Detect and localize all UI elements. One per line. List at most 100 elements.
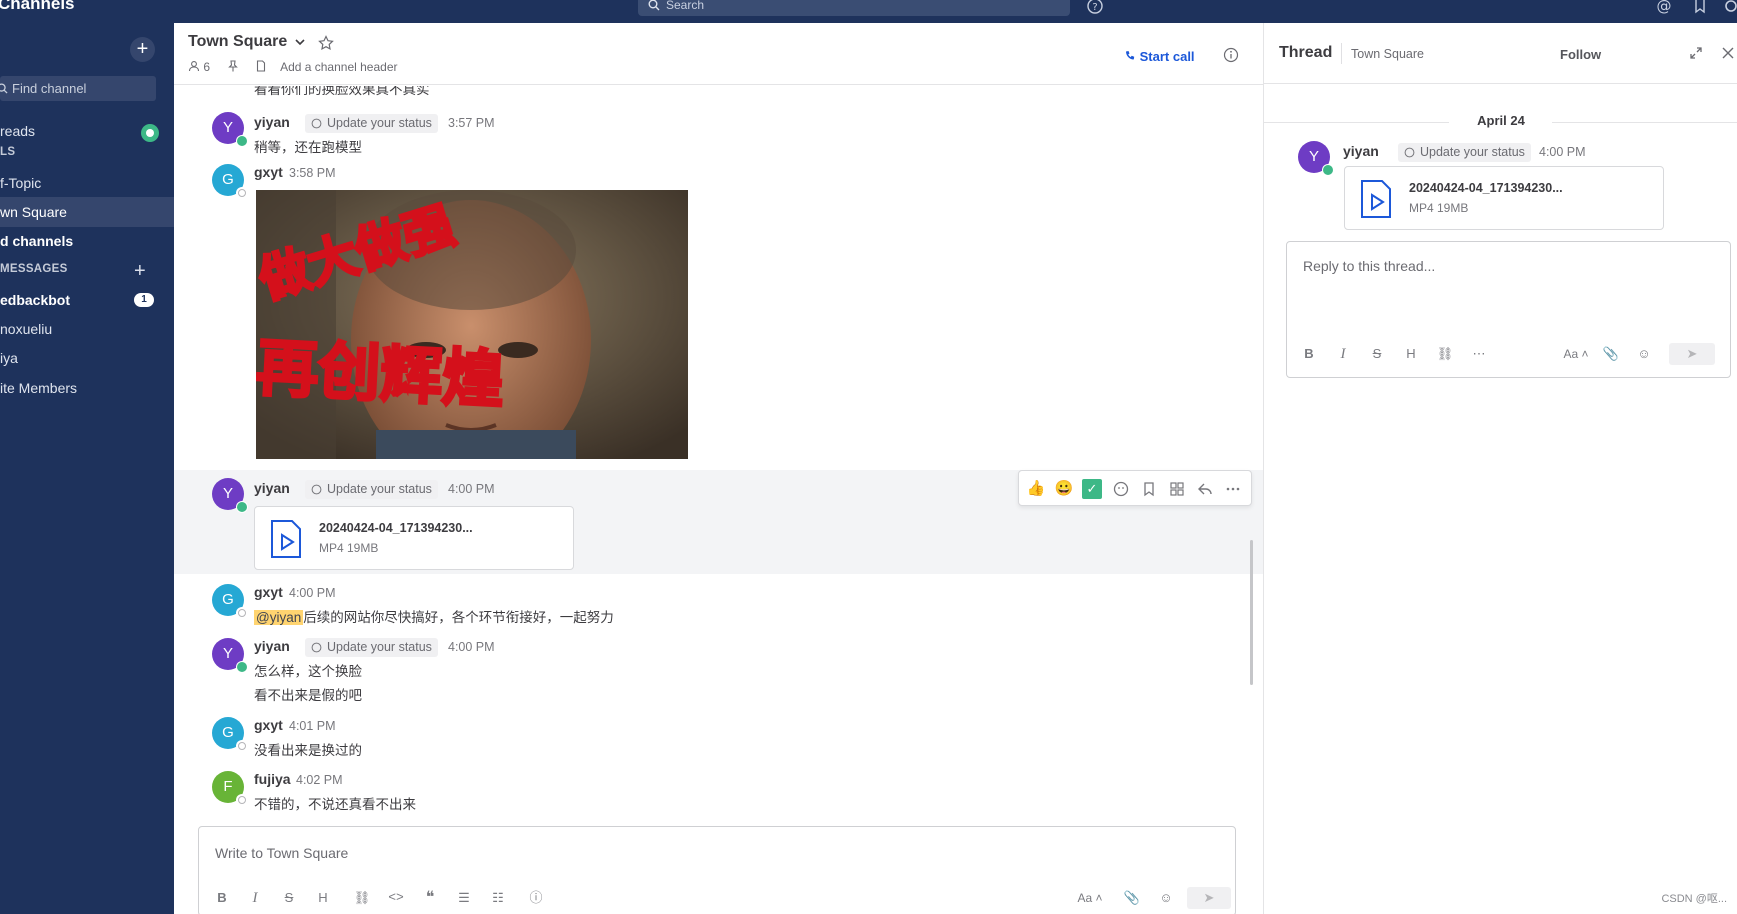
thread-channel[interactable]: Town Square [1351,47,1424,61]
link-icon[interactable]: ⛓ [351,887,373,909]
post-username[interactable]: yiyan [254,480,290,496]
sidebar-item-off-topic[interactable]: f-Topic [0,168,174,198]
message-composer[interactable]: Write to Town Square B I S H ⛓ <> ❝ ☰ ☷ … [198,826,1236,914]
post[interactable]: F fujiya 4:02 PM 不错的，不说还真看不出来 [174,763,1264,815]
info-icon[interactable] [1223,47,1239,63]
file-name[interactable]: 20240424-04_171394230... [1409,181,1563,195]
channel-title[interactable]: Town Square [188,33,287,51]
thumbs-up-reaction-button[interactable]: 👍 [1026,479,1046,499]
update-status-button[interactable]: Update your status [305,480,438,499]
help-icon[interactable]: ? [1086,0,1104,15]
product-name[interactable]: Channels [0,0,75,14]
heading-icon[interactable]: H [1400,343,1422,365]
file-attachment[interactable]: 20240424-04_171394230... MP4 19MB [254,506,574,570]
dm-section-header[interactable]: MESSAGES [0,263,68,275]
post-username[interactable]: yiyan [254,114,290,130]
more-actions-icon[interactable] [1223,479,1243,499]
emoji-icon[interactable]: ☺ [1155,887,1177,909]
post-username[interactable]: yiyan [254,638,290,654]
update-status-button[interactable]: Update your status [305,114,438,133]
start-call-button[interactable]: Start call [1124,49,1195,64]
italic-icon[interactable]: I [1332,343,1354,365]
sidebar-item-more-channels[interactable]: d channels [0,226,174,256]
quote-icon[interactable]: ❝ [419,887,441,909]
sidebar-item-feedbackbot[interactable]: edbackbot 1 [0,285,174,315]
send-button[interactable]: ➤ [1669,343,1715,365]
formatting-toggle[interactable]: Aa ˄ [1073,887,1107,909]
link-icon[interactable]: ⛓ [1434,343,1456,365]
attachment-icon[interactable]: 📎 [1121,887,1143,909]
member-count[interactable]: 6 [203,60,210,74]
bold-icon[interactable]: B [1298,343,1320,365]
post-time[interactable]: 4:00 PM [448,640,495,654]
pin-icon[interactable] [227,60,239,72]
reply-icon[interactable] [1195,479,1215,499]
bold-icon[interactable]: B [211,887,233,909]
post-username[interactable]: gxyt [254,164,283,180]
attachment-icon[interactable]: 📎 [1600,343,1622,365]
save-icon[interactable] [1139,479,1159,499]
check-reaction-button[interactable]: ✓ [1082,479,1102,499]
add-channel-button[interactable]: + [130,37,155,62]
italic-icon[interactable]: I [244,887,266,909]
post-time[interactable]: 3:57 PM [448,116,495,130]
heading-icon[interactable]: H [312,887,334,909]
follow-button[interactable]: Follow [1560,47,1601,62]
strikethrough-icon[interactable]: S [1366,343,1388,365]
reply-composer[interactable]: Reply to this thread... B I S H ⛓ ⋯ Aa ˄… [1286,241,1731,378]
files-icon[interactable] [255,60,267,72]
numbered-list-icon[interactable]: ☷ [487,887,509,909]
star-icon[interactable] [318,35,334,51]
post-username[interactable]: gxyt [254,717,283,733]
post-username[interactable]: fujiya [254,771,291,787]
smile-reaction-button[interactable]: 😀 [1054,479,1074,499]
post[interactable]: Y yiyan Update your status 4:00 PM 怎么样，这… [174,630,1264,706]
settings-icon[interactable] [1722,0,1737,15]
bulleted-list-icon[interactable]: ☰ [453,887,475,909]
more-formatting-icon[interactable]: ⋯ [1468,343,1490,365]
update-status-button[interactable]: Update your status [1398,143,1531,162]
apps-icon[interactable] [1167,479,1187,499]
sidebar-item-label: wn Square [0,204,67,220]
sidebar-item-threads[interactable]: reads [0,116,174,146]
code-icon[interactable]: <> [385,887,407,909]
add-dm-button[interactable]: + [134,261,146,281]
sidebar-item-dm[interactable]: iya [0,343,174,373]
sidebar-item-invite-members[interactable]: ite Members [0,373,174,403]
file-name[interactable]: 20240424-04_171394230... [319,521,473,535]
members-icon[interactable] [188,60,200,72]
post-time[interactable]: 3:58 PM [289,166,336,180]
chevron-down-icon[interactable] [294,36,306,48]
send-button[interactable]: ➤ [1187,887,1231,909]
close-icon[interactable] [1721,46,1735,60]
post[interactable]: G gxyt 4:01 PM 没看出来是换过的 [174,709,1264,761]
add-reaction-icon[interactable] [1111,479,1131,499]
formatting-toggle[interactable]: Aa ˄ [1559,343,1593,365]
user-mention[interactable]: @yiyan [254,610,304,625]
emoji-icon[interactable]: ☺ [1633,343,1655,365]
image-attachment[interactable]: 做大做强 再创辉煌 [256,190,688,459]
update-status-button[interactable]: Update your status [305,638,438,657]
mentions-icon[interactable]: @ [1655,0,1673,15]
find-channel-button[interactable]: Find channel [0,76,156,101]
post[interactable]: Y yiyan Update your status 3:57 PM 稍等，还在… [174,102,1264,155]
post[interactable]: G gxyt 4:00 PM @yiyan 后续的网站你尽快搞好，各个环节衔接好，… [174,576,1264,628]
channels-section-header[interactable]: LS [0,146,15,158]
strikethrough-icon[interactable]: S [278,887,300,909]
post-time[interactable]: 4:01 PM [289,719,336,733]
post-time[interactable]: 4:00 PM [1539,145,1586,159]
saved-icon[interactable] [1691,0,1709,15]
post-username[interactable]: yiyan [1343,143,1379,159]
post-time[interactable]: 4:00 PM [289,586,336,600]
file-attachment[interactable]: 20240424-04_171394230... MP4 19MB [1344,166,1664,230]
sidebar-item-town-square[interactable]: wn Square [0,197,174,227]
expand-icon[interactable] [1689,46,1703,60]
sidebar-item-dm[interactable]: noxueliu [0,314,174,344]
post-time[interactable]: 4:00 PM [448,482,495,496]
scrollbar[interactable] [1250,540,1253,685]
post-username[interactable]: gxyt [254,584,283,600]
channel-header-placeholder[interactable]: Add a channel header [280,60,397,74]
info-icon[interactable]: ⓘ [525,887,547,909]
post-time[interactable]: 4:02 PM [296,773,343,787]
search-box[interactable]: Search [638,0,1070,16]
